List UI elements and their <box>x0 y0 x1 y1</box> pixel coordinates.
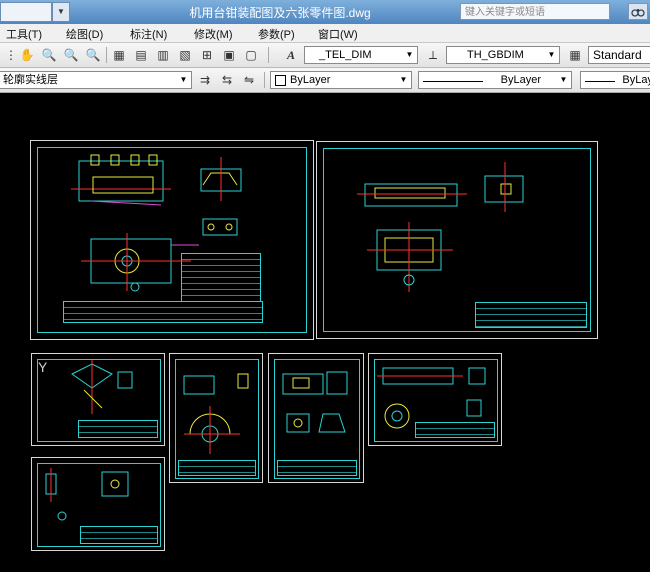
make-current-layer-icon[interactable]: ⇉ <box>196 71 214 89</box>
layer-isolate-icon[interactable]: ⇋ <box>240 71 258 89</box>
part-views-graphic <box>183 373 249 454</box>
zoom-realtime-icon[interactable]: 🔍 <box>40 46 58 64</box>
part-drawing-sheet-5[interactable] <box>368 353 502 446</box>
layers-toolbar: 轮廓实线层 ▼ ⇉ ⇆ ⇋ ByLayer ▼ ByLayer ▼ ByLay <box>0 68 650 93</box>
part-drawing-sheet-1[interactable] <box>316 141 598 339</box>
linetype-sample <box>423 81 483 82</box>
chevron-down-icon: ▼ <box>405 50 414 59</box>
binoculars-icon <box>631 9 645 17</box>
chevron-down-icon: ▼ <box>179 75 188 84</box>
search-button[interactable] <box>628 3 648 20</box>
color-select[interactable]: ByLayer ▼ <box>270 71 412 89</box>
menu-modify[interactable]: 修改(M) <box>194 26 233 42</box>
text-style-select[interactable]: _TEL_DIM ▼ <box>304 46 418 64</box>
quick-access-dropdown[interactable]: ▼ <box>52 2 70 22</box>
table-style-icon[interactable]: ▦ <box>566 46 584 64</box>
menu-window[interactable]: 窗口(W) <box>318 26 358 42</box>
sheet-set-icon[interactable]: ▦ <box>110 46 128 64</box>
drawing-canvas[interactable]: Y <box>0 93 650 572</box>
assembly-drawing-sheet[interactable] <box>30 140 314 340</box>
layer-previous-icon[interactable]: ⇆ <box>218 71 236 89</box>
text-style-value: _TEL_DIM <box>319 49 372 61</box>
calculator-icon[interactable]: ▣ <box>220 46 238 64</box>
part-views-graphic <box>282 371 348 433</box>
part-views-graphic <box>71 360 133 414</box>
color-swatch <box>275 74 286 86</box>
chevron-down-icon: ▼ <box>559 75 568 84</box>
part-drawing-sheet-6[interactable] <box>31 457 165 551</box>
window-title: 机用台钳装配图及六张零件图.dwg <box>189 6 371 20</box>
design-center-icon[interactable]: ▥ <box>154 46 172 64</box>
part-drawing-sheet-2[interactable] <box>31 353 165 446</box>
chevron-down-icon: ▼ <box>399 75 408 84</box>
styles-toolbar: ⋮ ✋ 🔍 🔍 🔍 ▦ ▤ ▥ ▧ ⊞ ▣ ▢ A _TEL_DIM ▼ ⟂ T… <box>0 43 650 68</box>
lineweight-sample <box>585 81 615 82</box>
properties-icon[interactable]: ▤ <box>132 46 150 64</box>
markup-icon[interactable]: ⊞ <box>198 46 216 64</box>
lineweight-select[interactable]: ByLay <box>580 71 650 89</box>
zoom-previous-icon[interactable]: 🔍 <box>84 46 102 64</box>
part-views-graphic <box>357 162 524 292</box>
title-bar: ▼ 机用台钳装配图及六张零件图.dwg 键入关键字或短语 <box>0 0 650 24</box>
part-drawing-sheet-4[interactable] <box>268 353 364 483</box>
text-style-icon[interactable]: A <box>282 46 300 64</box>
dim-style-icon[interactable]: ⟂ <box>424 46 442 64</box>
menu-dimension[interactable]: 标注(N) <box>130 26 167 42</box>
menu-bar: 工具(T) 绘图(D) 标注(N) 修改(M) 参数(P) 窗口(W) <box>0 24 650 43</box>
chevron-down-icon: ▼ <box>547 50 556 59</box>
part-drawing-sheet-3[interactable] <box>169 353 263 483</box>
menu-draw[interactable]: 绘图(D) <box>66 26 103 42</box>
command-line-icon[interactable]: ▢ <box>242 46 260 64</box>
dim-style-value: TH_GBDIM <box>467 49 524 61</box>
quick-access-box[interactable] <box>0 2 52 22</box>
layer-select[interactable]: 轮廓实线层 ▼ <box>0 71 192 89</box>
color-value: ByLayer <box>290 74 331 86</box>
menu-tools[interactable]: 工具(T) <box>6 26 42 42</box>
dim-style-select[interactable]: TH_GBDIM ▼ <box>446 46 560 64</box>
zoom-window-icon[interactable]: 🔍 <box>62 46 80 64</box>
table-style-value: Standard <box>593 48 642 62</box>
part-views-graphic <box>377 367 486 429</box>
assembly-views-graphic <box>71 154 242 292</box>
linetype-select[interactable]: ByLayer ▼ <box>418 71 572 89</box>
table-style-select[interactable]: Standard <box>588 46 650 64</box>
layer-value: 轮廓实线层 <box>3 74 58 86</box>
pan-hand-icon[interactable]: ✋ <box>18 46 36 64</box>
tool-palettes-icon[interactable]: ▧ <box>176 46 194 64</box>
lineweight-value: ByLay <box>622 74 650 86</box>
linetype-value: ByLayer <box>500 74 541 86</box>
menu-parametric[interactable]: 参数(P) <box>258 26 295 42</box>
search-input[interactable]: 键入关键字或短语 <box>460 3 610 20</box>
part-views-graphic <box>45 468 129 521</box>
